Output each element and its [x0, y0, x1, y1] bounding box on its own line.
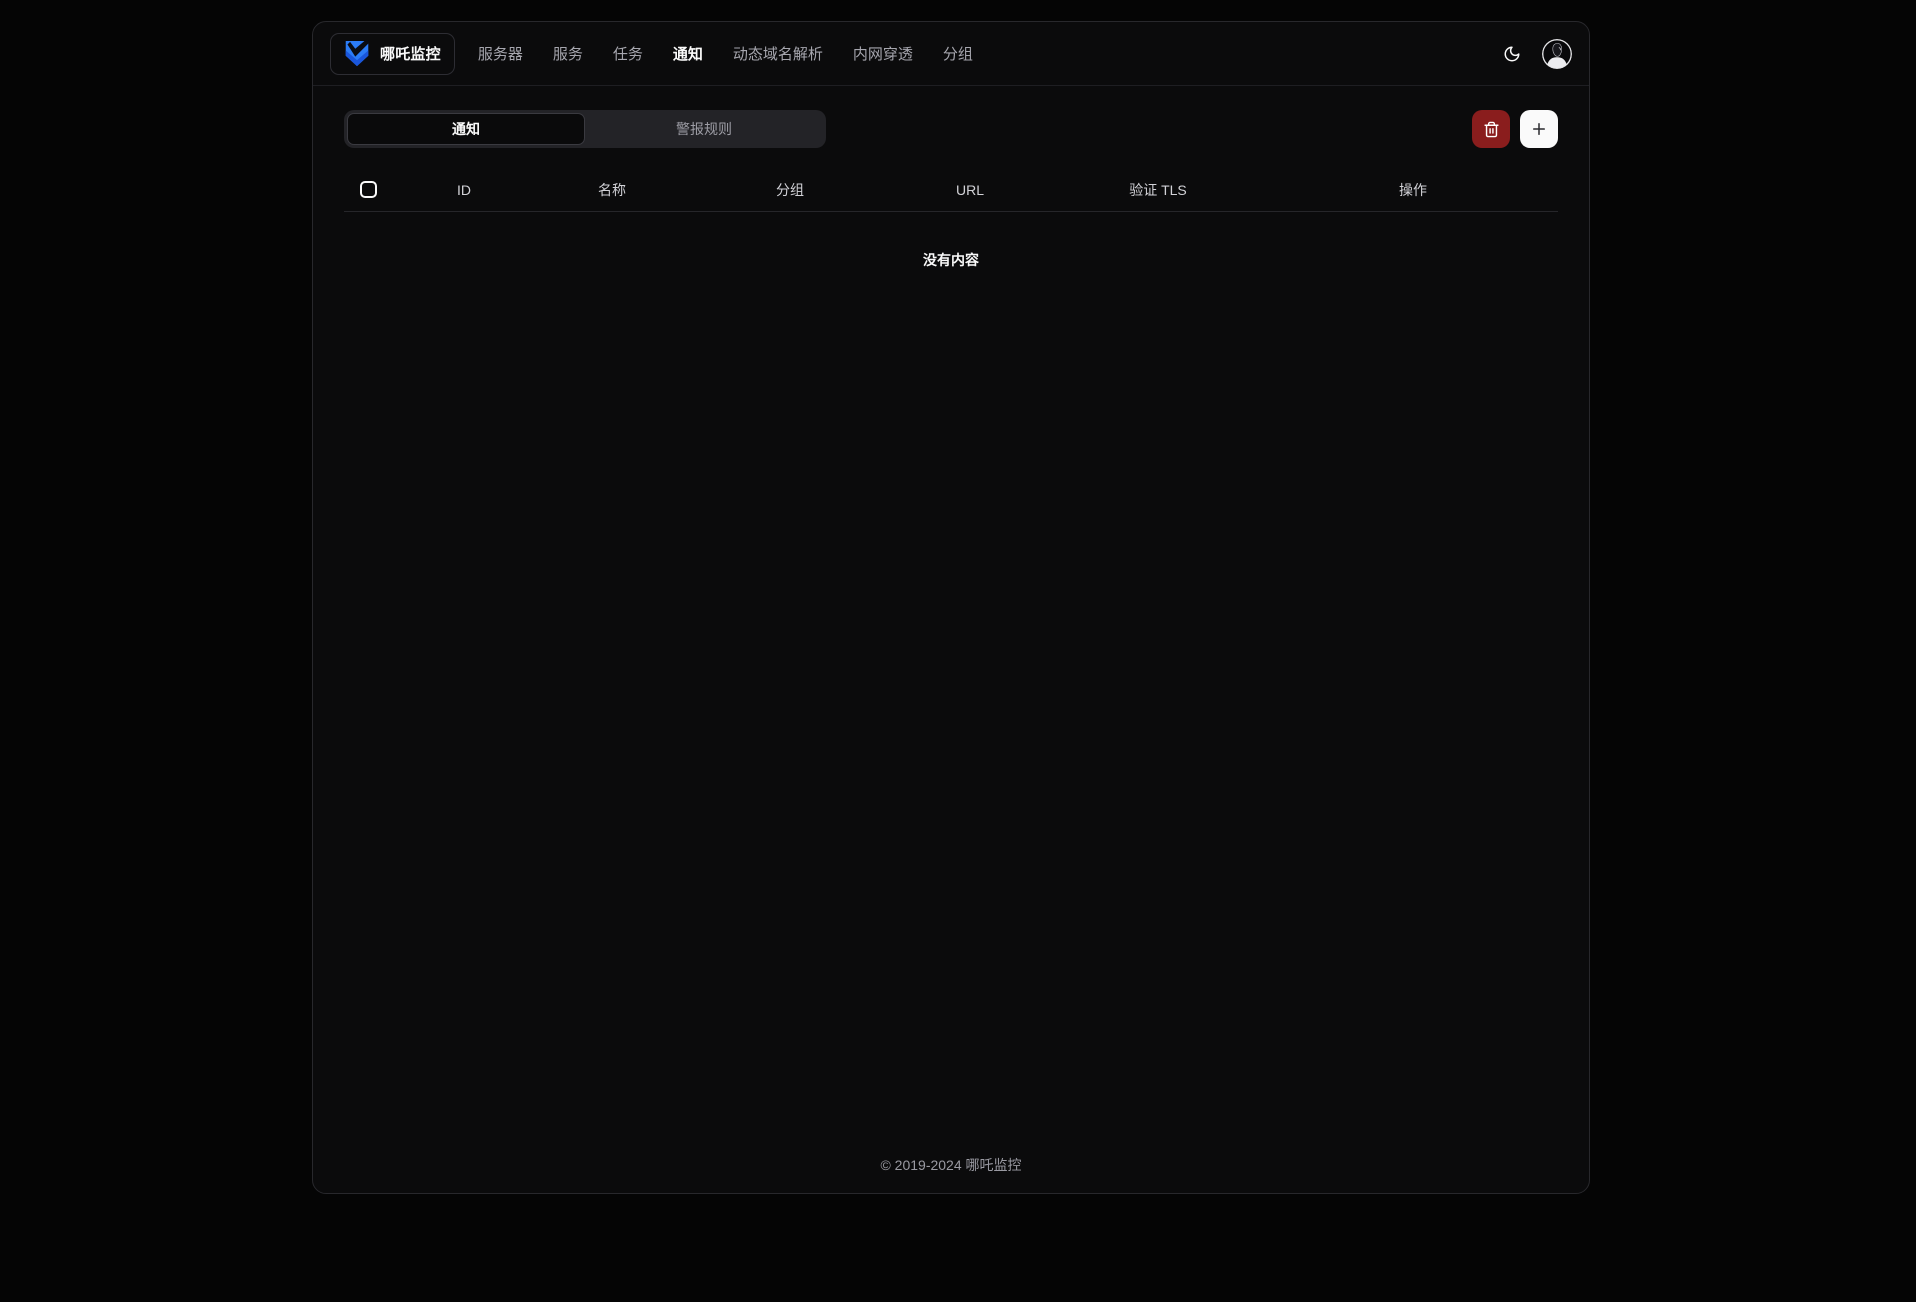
main-card: 哪吒监控 服务器 服务 任务 通知 动态域名解析 内网穿透 分组 [312, 21, 1590, 1194]
tab-alert-rules[interactable]: 警报规则 [585, 113, 823, 145]
brand-shield-logo-icon [344, 39, 370, 69]
trash-icon [1483, 121, 1500, 138]
toolbar: 通知 警报规则 [344, 110, 1558, 148]
table-action-buttons [1472, 110, 1558, 148]
navbar: 哪吒监控 服务器 服务 任务 通知 动态域名解析 内网穿透 分组 [313, 22, 1589, 86]
nav-item-notifications[interactable]: 通知 [673, 43, 703, 64]
column-header-verify-tls: 验证 TLS [1048, 168, 1268, 211]
navbar-right [1497, 39, 1572, 69]
notifications-table: ID 名称 分组 URL 验证 TLS 操作 没有内容 [344, 168, 1558, 308]
tab-notifications[interactable]: 通知 [347, 113, 585, 145]
brand-name: 哪吒监控 [380, 43, 441, 64]
nav-item-nat[interactable]: 内网穿透 [853, 43, 913, 64]
nav-item-groups[interactable]: 分组 [943, 43, 973, 64]
select-all-checkbox[interactable] [360, 181, 377, 198]
table-header-select [344, 168, 392, 211]
user-avatar[interactable] [1542, 39, 1572, 69]
column-header-name: 名称 [536, 168, 688, 211]
delete-button[interactable] [1472, 110, 1510, 148]
main-nav: 服务器 服务 任务 通知 动态域名解析 内网穿透 分组 [478, 43, 973, 64]
content-area: 通知 警报规则 [313, 86, 1589, 308]
nav-item-services[interactable]: 服务 [553, 43, 583, 64]
theme-toggle-button[interactable] [1497, 39, 1527, 69]
column-header-id: ID [392, 168, 536, 211]
table-empty-row: 没有内容 [344, 212, 1558, 308]
column-header-actions: 操作 [1268, 168, 1558, 211]
nav-item-servers[interactable]: 服务器 [478, 43, 523, 64]
column-header-group: 分组 [688, 168, 892, 211]
brand-logo-link[interactable]: 哪吒监控 [330, 33, 455, 75]
tab-switcher: 通知 警报规则 [344, 110, 826, 148]
nav-item-ddns[interactable]: 动态域名解析 [733, 43, 823, 64]
plus-icon [1530, 120, 1548, 138]
table-header-row: ID 名称 分组 URL 验证 TLS 操作 [344, 168, 1558, 212]
column-header-url: URL [892, 168, 1048, 211]
empty-state-text: 没有内容 [344, 212, 1558, 308]
nav-item-tasks[interactable]: 任务 [613, 43, 643, 64]
moon-icon [1503, 45, 1521, 63]
footer-copyright: © 2019-2024 哪吒监控 [313, 1155, 1589, 1175]
add-button[interactable] [1520, 110, 1558, 148]
